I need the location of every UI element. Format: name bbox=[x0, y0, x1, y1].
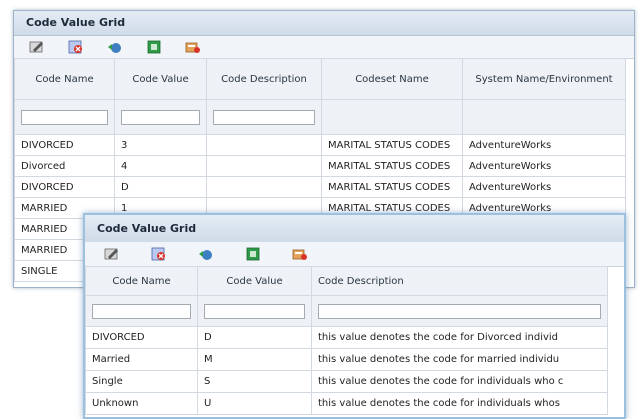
code-value-cell: S bbox=[197, 370, 312, 393]
column-header-code-name[interactable]: Code Name bbox=[14, 58, 115, 100]
delete-icon bbox=[151, 247, 165, 261]
panel-title: Code Value Grid bbox=[14, 11, 634, 36]
export-excel-icon bbox=[246, 247, 259, 261]
code-value-table: Code Name Code Value Code Description DI… bbox=[85, 266, 608, 415]
refresh-icon bbox=[198, 250, 212, 260]
filter-cell bbox=[14, 99, 115, 135]
import-button[interactable] bbox=[184, 40, 201, 55]
filter-cell bbox=[114, 99, 207, 135]
codeset-name-cell: MARITAL STATUS CODES bbox=[321, 176, 463, 198]
table-row[interactable]: Single S this value denotes the code for… bbox=[85, 370, 608, 393]
table-row[interactable]: DIVORCED 3 MARITAL STATUS CODES Adventur… bbox=[14, 134, 626, 156]
delete-icon bbox=[68, 40, 82, 54]
filter-cell bbox=[206, 99, 322, 135]
edit-icon bbox=[29, 41, 43, 53]
table-row[interactable]: Married M this value denotes the code fo… bbox=[85, 348, 608, 371]
refresh-button[interactable] bbox=[197, 247, 214, 262]
column-header-code-description[interactable]: Code Description bbox=[311, 266, 608, 296]
column-header-code-name[interactable]: Code Name bbox=[85, 266, 198, 296]
code-name-cell: Married bbox=[85, 348, 198, 371]
filter-code-name-input[interactable] bbox=[92, 303, 191, 319]
edit-button[interactable] bbox=[28, 40, 45, 55]
code-value-cell: D bbox=[197, 326, 312, 349]
refresh-icon bbox=[107, 43, 121, 53]
filter-row bbox=[14, 99, 626, 135]
system-name-cell: AdventureWorks bbox=[462, 134, 626, 156]
code-description-cell bbox=[206, 176, 322, 198]
filter-code-description-input[interactable] bbox=[318, 303, 601, 319]
grid-toolbar bbox=[14, 36, 634, 59]
code-value-grid-panel-front: Code Value Grid Code Name Code Value Cod… bbox=[83, 213, 626, 419]
header-row: Code Name Code Value Code Description bbox=[85, 266, 608, 296]
delete-button[interactable] bbox=[150, 247, 167, 262]
codeset-name-cell: MARITAL STATUS CODES bbox=[321, 134, 463, 156]
table-row[interactable]: Divorced 4 MARITAL STATUS CODES Adventur… bbox=[14, 155, 626, 177]
code-description-cell: this value denotes the code for Divorced… bbox=[311, 326, 608, 349]
code-value-cell: M bbox=[197, 348, 312, 371]
code-description-cell: this value denotes the code for individu… bbox=[311, 370, 608, 393]
export-excel-button[interactable] bbox=[145, 40, 162, 55]
column-header-system-name[interactable]: System Name/Environment bbox=[462, 58, 626, 100]
filter-code-description-input[interactable] bbox=[213, 109, 315, 125]
code-description-cell: this value denotes the code for married … bbox=[311, 348, 608, 371]
filter-cell bbox=[85, 295, 198, 327]
filter-code-value-input[interactable] bbox=[121, 109, 200, 125]
filter-row bbox=[85, 295, 608, 327]
column-header-code-description[interactable]: Code Description bbox=[206, 58, 322, 100]
filter-cell bbox=[311, 295, 608, 327]
code-name-cell: DIVORCED bbox=[14, 134, 115, 156]
export-excel-icon bbox=[147, 40, 160, 54]
filter-cell bbox=[462, 99, 626, 135]
code-value-cell: D bbox=[114, 176, 207, 198]
panel-title: Code Value Grid bbox=[85, 215, 624, 243]
edit-icon bbox=[104, 248, 118, 260]
import-icon bbox=[185, 42, 200, 53]
codeset-name-cell: MARITAL STATUS CODES bbox=[321, 155, 463, 177]
header-row: Code Name Code Value Code Description Co… bbox=[14, 58, 626, 100]
filter-code-value-input[interactable] bbox=[204, 303, 305, 319]
table-row[interactable]: DIVORCED D this value denotes the code f… bbox=[85, 326, 608, 349]
column-header-codeset-name[interactable]: Codeset Name bbox=[321, 58, 463, 100]
import-button[interactable] bbox=[291, 247, 308, 262]
column-header-code-value[interactable]: Code Value bbox=[197, 266, 312, 296]
code-description-cell bbox=[206, 155, 322, 177]
code-name-cell: Unknown bbox=[85, 392, 198, 415]
edit-button[interactable] bbox=[103, 247, 120, 262]
export-excel-button[interactable] bbox=[244, 247, 261, 262]
table-row[interactable]: DIVORCED D MARITAL STATUS CODES Adventur… bbox=[14, 176, 626, 198]
import-icon bbox=[292, 249, 307, 260]
filter-code-name-input[interactable] bbox=[21, 109, 108, 125]
code-description-cell: this value denotes the code for individu… bbox=[311, 392, 608, 415]
code-name-cell: Divorced bbox=[14, 155, 115, 177]
system-name-cell: AdventureWorks bbox=[462, 155, 626, 177]
system-name-cell: AdventureWorks bbox=[462, 176, 626, 198]
delete-button[interactable] bbox=[67, 40, 84, 55]
table-row[interactable]: Unknown U this value denotes the code fo… bbox=[85, 392, 608, 415]
filter-cell bbox=[321, 99, 463, 135]
code-name-cell: DIVORCED bbox=[14, 176, 115, 198]
code-name-cell: DIVORCED bbox=[85, 326, 198, 349]
filter-cell bbox=[197, 295, 312, 327]
code-value-cell: U bbox=[197, 392, 312, 415]
code-value-cell: 3 bbox=[114, 134, 207, 156]
grid-toolbar bbox=[85, 242, 624, 267]
column-header-code-value[interactable]: Code Value bbox=[114, 58, 207, 100]
refresh-button[interactable] bbox=[106, 40, 123, 55]
code-value-cell: 4 bbox=[114, 155, 207, 177]
code-description-cell bbox=[206, 134, 322, 156]
code-name-cell: Single bbox=[85, 370, 198, 393]
